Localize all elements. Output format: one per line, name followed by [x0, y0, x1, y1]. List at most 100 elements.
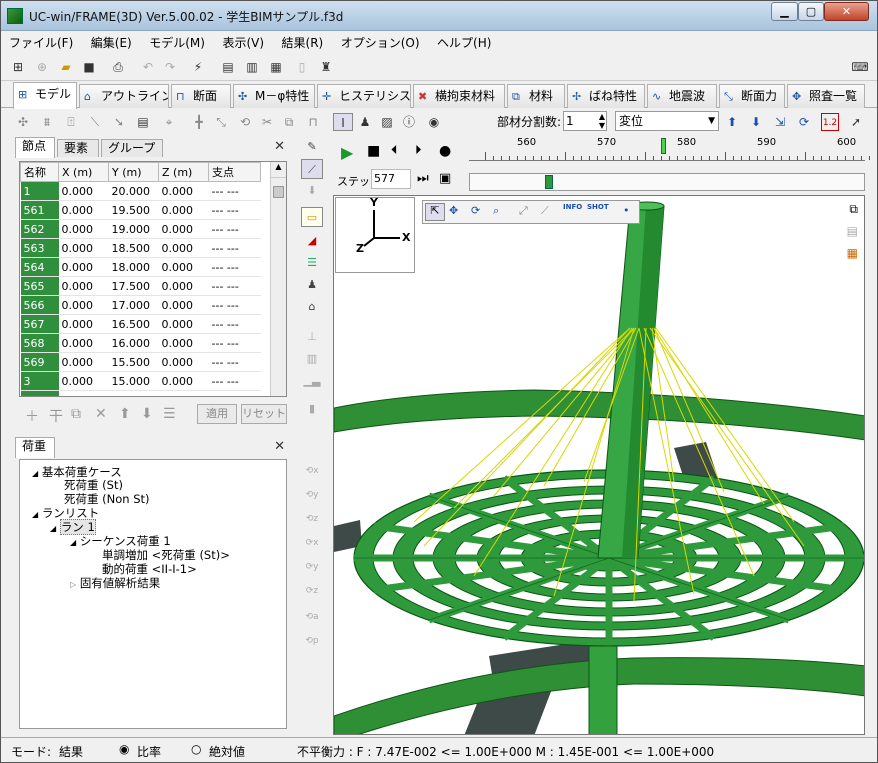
histogram-icon[interactable]: ▁▃ — [301, 371, 323, 391]
display-select[interactable]: 変位 ▼ — [615, 111, 719, 131]
save-icon[interactable]: ■ — [80, 58, 98, 76]
skip-end-icon[interactable]: ⏭ — [417, 171, 429, 186]
tab-hysteresis[interactable]: ✛ ヒステリシス — [317, 84, 411, 108]
seal-icon[interactable]: ♜ — [317, 58, 335, 76]
member-icon[interactable]: ⩩ — [39, 113, 55, 131]
calculate-icon[interactable]: ⚡ — [189, 58, 207, 76]
table-cell[interactable]: 565 — [20, 276, 59, 296]
table-cell[interactable]: 564 — [20, 257, 59, 277]
table-row[interactable]: 569 0.000 15.500 0.000 --- --- — [20, 352, 261, 372]
col-support[interactable]: 支点 — [208, 162, 261, 182]
minimize-button[interactable]: ▁ — [771, 2, 798, 21]
redo-icon[interactable]: ↷ — [161, 58, 179, 76]
scroll-up-icon[interactable]: ▲ — [271, 162, 286, 178]
col-name[interactable]: 名称 — [20, 162, 59, 182]
insert-icon[interactable]: 干 — [49, 406, 63, 426]
load-tree[interactable]: ◢ 基本荷重ケース 死荷重 (St) 死荷重 (Non St) ◢ ランリスト … — [19, 459, 287, 729]
pan-icon[interactable]: ✥ — [449, 204, 458, 217]
pointer-icon[interactable]: ➚ — [847, 113, 865, 131]
menu-option[interactable]: オプション(O) — [333, 32, 426, 52]
absolute-label[interactable]: 絶対値 — [209, 743, 245, 760]
timeline-ruler[interactable]: 560 570 580 590 600 — [469, 137, 870, 161]
model-view-icon[interactable]: ⌂ — [301, 297, 323, 317]
import-down-icon[interactable]: ⬇ — [747, 113, 765, 131]
copy-row-icon[interactable]: ⧉ — [71, 406, 81, 422]
persp-icon[interactable]: ⟲p — [301, 631, 323, 651]
ratio-label[interactable]: 比率 — [137, 743, 161, 760]
table-cell[interactable]: 563 — [20, 238, 59, 258]
member-divisions-spinner[interactable]: 1 ▲ ▼ — [563, 111, 607, 131]
table-cell[interactable]: 0.000 — [158, 257, 209, 277]
line-icon[interactable]: ⟍ — [87, 113, 103, 131]
layer-icon[interactable]: ☰ — [301, 253, 323, 273]
table-cell[interactable]: 0.000 — [58, 219, 109, 239]
table-row[interactable]: 1 0.000 20.000 0.000 --- --- — [20, 181, 261, 201]
col-z[interactable]: Z (m) — [158, 162, 209, 182]
table-cell[interactable]: 561 — [20, 200, 59, 220]
table-row[interactable]: 561 0.000 19.500 0.000 --- --- — [20, 200, 261, 220]
table-cell[interactable]: 0.000 — [158, 390, 209, 396]
table-cell[interactable]: 0.000 — [58, 257, 109, 277]
export-icon[interactable]: ▦ — [267, 58, 285, 76]
export-up-icon[interactable]: ⬆ — [723, 113, 741, 131]
step-input[interactable]: 577 — [371, 169, 411, 189]
table-cell[interactable]: 18.500 — [108, 238, 159, 258]
table-cell[interactable]: --- --- — [208, 371, 261, 391]
table-cell[interactable]: 0.000 — [58, 238, 109, 258]
table-cell[interactable]: 17.000 — [108, 295, 159, 315]
dot-icon[interactable]: • — [623, 204, 630, 217]
menu-view[interactable]: 表示(V) — [214, 32, 270, 52]
step-slider[interactable] — [469, 173, 865, 191]
table-cell[interactable]: 16.500 — [108, 314, 159, 334]
tab-material[interactable]: ⧉ 材料 — [507, 84, 565, 108]
page-icon[interactable]: ▤ — [847, 224, 858, 238]
fit-icon[interactable]: ⤢ — [519, 204, 528, 218]
table-cell[interactable]: 18.000 — [108, 257, 159, 277]
info-icon[interactable]: ⓘ — [401, 113, 417, 131]
export-file-icon[interactable]: ▦ — [847, 246, 858, 260]
chart-icon[interactable]: ◢ — [301, 231, 323, 251]
table-cell[interactable]: 14.500 — [108, 390, 159, 396]
table-cell[interactable]: 0.000 — [58, 371, 109, 391]
maximize-button[interactable]: ▢ — [798, 2, 824, 21]
cylinder-icon[interactable]: ▮ — [301, 399, 323, 419]
table-cell[interactable]: 566 — [20, 295, 59, 315]
tab-force[interactable]: ⤡ 断面力 — [719, 84, 785, 108]
tab-spring[interactable]: ✢ ばね特性 — [567, 84, 645, 108]
radio-absolute-icon[interactable]: ○ — [191, 742, 201, 756]
slider-thumb[interactable] — [545, 175, 554, 189]
tree-node[interactable]: ▷ 固有値解析結果 — [70, 575, 160, 591]
rotate-x-icon[interactable]: ⟲x — [301, 461, 323, 481]
table-row[interactable]: 568 0.000 16.000 0.000 --- --- — [20, 333, 261, 353]
table-cell[interactable]: 567 — [20, 314, 59, 334]
keyboard-icon[interactable]: ⌨ — [851, 58, 869, 76]
snap-icon[interactable]: ⌖ — [161, 113, 177, 131]
move-up-icon[interactable]: ⬆ — [119, 406, 131, 422]
step-back-icon[interactable]: ⏴ — [391, 143, 409, 158]
ruler-icon[interactable]: ▭ — [301, 207, 323, 227]
table-cell[interactable]: --- --- — [208, 352, 261, 372]
table-cell[interactable]: 0.000 — [158, 219, 209, 239]
table-cell[interactable]: 0.000 — [58, 181, 109, 201]
close-icon[interactable]: ✕ — [274, 139, 285, 154]
model-render[interactable] — [334, 196, 865, 735]
table-cell[interactable]: 0.000 — [58, 314, 109, 334]
table-cell[interactable]: 3 — [20, 371, 59, 391]
table-cell[interactable]: 568 — [20, 333, 59, 353]
info-view-icon[interactable]: INFO — [563, 203, 582, 211]
table-row[interactable]: 562 0.000 19.000 0.000 --- --- — [20, 219, 261, 239]
pin-icon[interactable]: ⍐ — [63, 113, 79, 131]
person-icon[interactable]: ♟ — [301, 275, 323, 295]
table-cell[interactable]: 0.000 — [58, 295, 109, 315]
table-cell[interactable]: --- --- — [208, 257, 261, 277]
table-cell[interactable]: 15.000 — [108, 371, 159, 391]
scroll-thumb[interactable] — [273, 186, 284, 198]
section-view-icon[interactable]: I — [333, 113, 353, 131]
tab-elements[interactable]: 要素 — [57, 139, 99, 157]
table-cell[interactable]: 16.000 — [108, 333, 159, 353]
table-cell[interactable]: --- --- — [208, 238, 261, 258]
camera-icon[interactable]: ◉ — [425, 113, 443, 131]
close-button[interactable]: ✕ — [824, 2, 869, 21]
video-icon[interactable]: ▣ — [439, 171, 451, 186]
copy-icon[interactable]: ⧉ — [281, 113, 297, 131]
